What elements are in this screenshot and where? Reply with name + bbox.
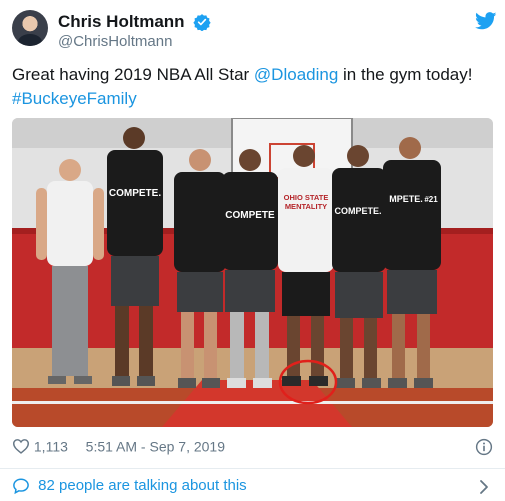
shirt-text: COMPETE.	[334, 206, 381, 216]
conversation-text[interactable]: 82 people are talking about this	[38, 477, 246, 494]
verified-badge-icon	[193, 14, 211, 31]
tweet-text-part: Great having 2019 NBA All Star	[12, 65, 254, 84]
handle[interactable]: @ChrisHoltmann	[58, 32, 211, 52]
shirt-text: COMPETE.	[109, 188, 161, 199]
tweet-photo[interactable]: COMPETE. COMPETE OHIO STATE MENTALITY CO…	[12, 118, 493, 427]
shirt-text: MPETE.	[389, 194, 423, 204]
tweet-meta: 1,113 5:51 AM - Sep 7, 2019	[12, 437, 493, 459]
display-name[interactable]: Chris Holtmann	[58, 12, 185, 32]
divider	[0, 468, 505, 469]
heart-icon[interactable]	[12, 438, 30, 455]
tweet-header: Chris Holtmann @ChrisHoltmann	[12, 10, 497, 54]
tweet-text: Great having 2019 NBA All Star @Dloading…	[12, 63, 482, 111]
team-photo-illustration: COMPETE. COMPETE OHIO STATE MENTALITY CO…	[12, 118, 493, 427]
shirt-text: COMPETE	[225, 210, 275, 221]
conversation-link[interactable]: 82 people are talking about this	[12, 477, 493, 497]
hashtag-link[interactable]: #BuckeyeFamily	[12, 89, 137, 108]
timestamp[interactable]: 5:51 AM - Sep 7, 2019	[86, 438, 225, 454]
shirt-text: MENTALITY	[285, 202, 327, 211]
shirt-text: OHIO STATE	[284, 193, 329, 202]
tweet-text-part: in the gym today!	[338, 65, 473, 84]
comment-bubble-icon	[13, 478, 29, 495]
avatar[interactable]	[12, 10, 48, 46]
twitter-bird-icon[interactable]	[475, 12, 497, 30]
info-icon[interactable]	[475, 438, 493, 456]
jersey-number: #21	[424, 195, 438, 204]
like-count[interactable]: 1,113	[34, 438, 68, 454]
mention-link[interactable]: @Dloading	[254, 65, 338, 84]
author-names: Chris Holtmann @ChrisHoltmann	[58, 12, 211, 52]
chevron-right-icon[interactable]	[479, 479, 489, 495]
